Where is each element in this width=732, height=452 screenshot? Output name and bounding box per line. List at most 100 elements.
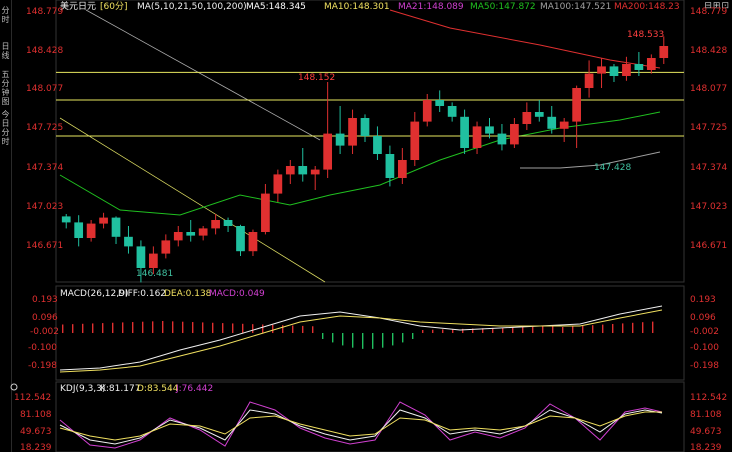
candle-body <box>124 236 133 247</box>
candle-body <box>99 217 108 224</box>
candle-body <box>609 66 619 76</box>
macd-bar <box>502 327 504 333</box>
macd-bar <box>332 333 334 343</box>
macd-bar <box>182 321 184 333</box>
macd-bar <box>562 327 564 333</box>
ma100-value: MA100:147.521 <box>540 2 611 12</box>
macd-bar <box>402 333 404 343</box>
ma10-value: MA10:148.301 <box>324 2 390 12</box>
candle-body <box>472 126 482 148</box>
macd-bar <box>162 321 164 333</box>
macd-bar <box>72 324 74 333</box>
macd-bar <box>152 321 154 333</box>
kdj-y-tick-label: 18.239 <box>690 443 722 452</box>
candle-body <box>622 64 631 76</box>
macd-y-tick-label: -0.002 <box>30 327 59 337</box>
macd-bar <box>232 323 234 333</box>
high-annotation: 148.533 <box>627 30 664 40</box>
macd-bar <box>602 324 604 333</box>
candle-body <box>173 232 183 241</box>
candle-body <box>547 116 557 129</box>
candle-body <box>310 169 320 175</box>
candle-body <box>273 174 283 194</box>
chart-canvas: 美元日元 [60分] MA(5,10,21,50,100,200) MA5:14… <box>10 0 727 452</box>
candle-body <box>597 66 606 74</box>
macd-panel-frame <box>55 285 685 381</box>
candle-body <box>198 228 208 236</box>
candle-body <box>559 121 569 129</box>
kdj-y-ticks-left: 112.542 81.108 49.673 18.239 <box>14 393 52 452</box>
kdj-y-tick-label: 49.673 <box>690 427 722 437</box>
ma50-value: MA50:147.872 <box>470 2 536 12</box>
y-tick-label: 146.671 <box>690 241 727 251</box>
macd-bar <box>312 326 314 333</box>
candle-body <box>285 166 295 175</box>
candle-body <box>261 193 270 232</box>
main-y-ticks-right: 148.779 148.428 148.077 147.725 147.374 … <box>690 7 727 251</box>
candle-body <box>86 223 96 238</box>
candlesticks <box>61 36 669 283</box>
kdj-j-line <box>59 401 663 449</box>
macd-bar <box>222 323 224 333</box>
candle-body <box>510 124 519 145</box>
ma21-value: MA21:148.089 <box>398 2 464 12</box>
macd-y-tick-label: 0.096 <box>32 313 58 323</box>
candle-body <box>211 220 220 229</box>
macd-bar <box>522 327 524 333</box>
candle-body <box>534 112 544 117</box>
y-tick-label: 148.077 <box>690 84 727 94</box>
macd-bar <box>582 325 584 333</box>
candle-body <box>659 46 669 58</box>
period-label[interactable]: [60分] <box>100 1 127 12</box>
kdj-k-label: K:81.177 <box>100 384 140 394</box>
ma50-line <box>59 111 661 216</box>
candle-body <box>447 106 457 117</box>
ma200-value: MA200:148.23 <box>614 2 680 12</box>
trendline-lower <box>59 117 326 283</box>
kdj-y-tick-label: 18.239 <box>20 443 52 452</box>
macd-diff-line <box>59 305 663 371</box>
kdj-y-ticks-right: 112.542 81.108 49.673 18.239 <box>690 393 727 452</box>
macd-bar <box>362 333 364 349</box>
symbol-label: 美元日元 <box>60 0 96 12</box>
kdj-y-tick-label: 112.542 <box>14 393 51 403</box>
kdj-title: KDJ(9,3,3) <box>60 384 105 394</box>
main-y-ticks-left: 148.779 148.428 148.077 147.725 147.374 … <box>26 7 63 251</box>
macd-y-tick-label: 0.096 <box>690 313 716 323</box>
macd-bar <box>292 325 294 333</box>
candle-body <box>161 240 171 254</box>
ma100-line <box>520 151 661 169</box>
candle-body <box>522 112 532 124</box>
candle-body <box>149 253 158 268</box>
kdj-j-label: J:76.442 <box>175 384 213 394</box>
candle-body <box>236 226 245 252</box>
macd-bar <box>392 333 394 346</box>
macd-bar <box>592 325 594 333</box>
ma200-line <box>389 9 661 69</box>
candle-body <box>572 88 581 122</box>
y-tick-label: 147.023 <box>26 202 63 212</box>
kdj-settings-icon[interactable] <box>10 383 18 391</box>
macd-bar <box>642 322 644 333</box>
macd-bar <box>172 321 174 333</box>
macd-bar <box>262 324 264 333</box>
candle-body <box>335 133 345 146</box>
macd-bar <box>242 323 244 333</box>
macd-bar <box>122 322 124 333</box>
y-tick-label: 148.077 <box>26 84 63 94</box>
macd-y-tick-label: -0.198 <box>690 361 719 371</box>
candle-body <box>397 160 407 178</box>
candle-body <box>435 100 445 106</box>
macd-y-ticks-left: 0.193 0.096 -0.002 -0.100 -0.198 <box>28 295 59 371</box>
kdj-y-tick-label: 81.108 <box>690 410 722 420</box>
macd-macd-label: MACD:0.049 <box>209 289 265 299</box>
candle-body <box>422 100 432 122</box>
macd-bar <box>102 323 104 333</box>
y-tick-label: 148.428 <box>26 46 63 56</box>
macd-bar <box>552 326 554 333</box>
candle-body <box>497 133 507 145</box>
kdj-y-tick-label: 81.108 <box>20 410 52 420</box>
macd-bar <box>112 322 114 333</box>
macd-y-tick-label: 0.193 <box>32 295 58 305</box>
macd-bar <box>412 333 414 339</box>
